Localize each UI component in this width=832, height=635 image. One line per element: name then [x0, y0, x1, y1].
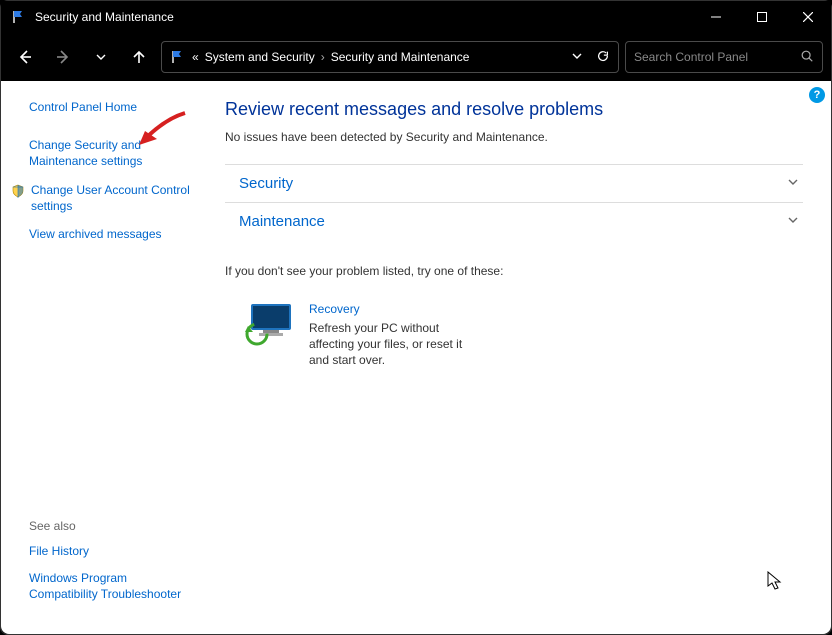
change-security-settings-link[interactable]: Change Security and Maintenance settings	[29, 137, 197, 169]
panel-label: Maintenance	[239, 213, 787, 230]
sidebar: Control Panel Home Change Security and M…	[1, 81, 211, 634]
recovery-link[interactable]: Recovery	[309, 302, 481, 316]
forward-button[interactable]	[47, 41, 79, 73]
page-subtitle: No issues have been detected by Security…	[225, 130, 803, 144]
window-title: Security and Maintenance	[35, 10, 693, 24]
maintenance-expander[interactable]: Maintenance	[225, 202, 803, 240]
compat-troubleshooter-link[interactable]: Windows Program Compatibility Troublesho…	[29, 570, 197, 602]
flag-icon	[170, 49, 186, 65]
breadcrumb-item[interactable]: Security and Maintenance	[331, 50, 470, 64]
close-button[interactable]	[785, 1, 831, 33]
toolbar: « System and Security › Security and Mai…	[1, 33, 831, 81]
recent-button[interactable]	[85, 41, 117, 73]
see-also-heading: See also	[29, 519, 197, 533]
recovery-desc: Refresh your PC without affecting your f…	[309, 320, 481, 369]
shield-icon	[11, 184, 25, 201]
panel-label: Security	[239, 175, 787, 192]
flag-icon	[11, 9, 27, 25]
chevron-down-icon[interactable]	[572, 50, 582, 64]
control-panel-home-link[interactable]: Control Panel Home	[29, 99, 197, 115]
content-area: ? Control Panel Home Change Security and…	[1, 81, 831, 634]
page-title: Review recent messages and resolve probl…	[225, 99, 803, 120]
titlebar: Security and Maintenance	[1, 1, 831, 33]
mouse-cursor-icon	[767, 571, 783, 591]
maximize-button[interactable]	[739, 1, 785, 33]
chevron-down-icon	[787, 214, 799, 229]
view-archived-messages-link[interactable]: View archived messages	[29, 226, 197, 242]
try-one-text: If you don't see your problem listed, tr…	[225, 264, 803, 278]
search-input[interactable]: Search Control Panel	[625, 41, 823, 73]
search-placeholder: Search Control Panel	[634, 50, 800, 64]
breadcrumb-prefix: «	[192, 50, 199, 64]
address-bar[interactable]: « System and Security › Security and Mai…	[161, 41, 619, 73]
recovery-block: Recovery Refresh your PC without affecti…	[245, 302, 803, 369]
main-panel: Review recent messages and resolve probl…	[211, 81, 831, 634]
window-controls	[693, 1, 831, 33]
recovery-icon	[245, 302, 295, 346]
file-history-link[interactable]: File History	[29, 543, 197, 559]
change-uac-settings-link[interactable]: Change User Account Control settings	[31, 182, 197, 214]
security-expander[interactable]: Security	[225, 164, 803, 202]
search-icon	[800, 49, 814, 66]
back-button[interactable]	[9, 41, 41, 73]
chevron-right-icon: ›	[321, 50, 325, 64]
minimize-button[interactable]	[693, 1, 739, 33]
breadcrumb-item[interactable]: System and Security	[205, 50, 315, 64]
up-button[interactable]	[123, 41, 155, 73]
chevron-down-icon	[787, 176, 799, 191]
refresh-button[interactable]	[596, 49, 610, 66]
